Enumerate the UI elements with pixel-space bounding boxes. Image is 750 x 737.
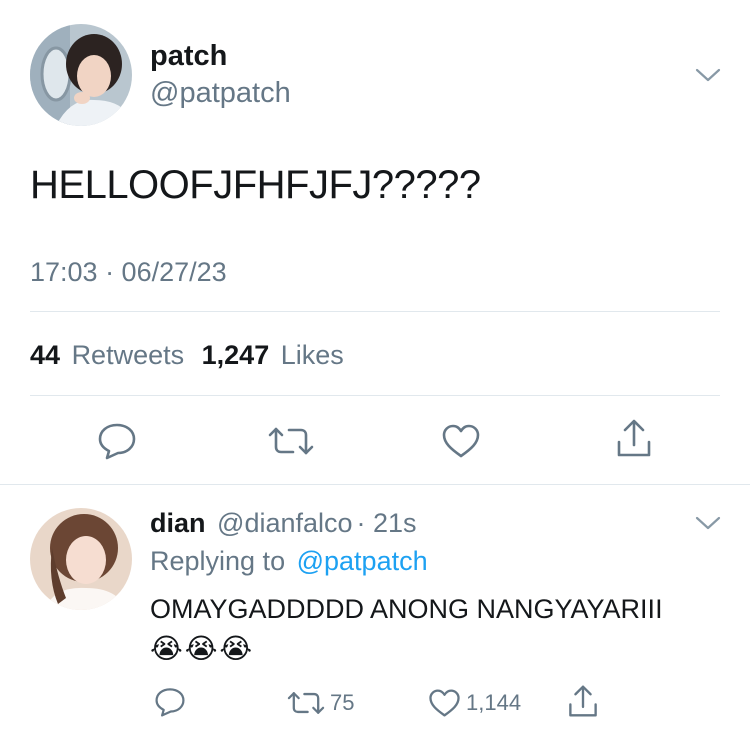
reply-author-name[interactable]: dian (150, 508, 206, 538)
reply-retweet-count[interactable]: 75 (330, 690, 354, 716)
tweet-stats: 44 Retweets 1,247 Likes (30, 340, 344, 371)
reply-author-handle[interactable]: @dianfalco (217, 508, 353, 538)
retweet-icon[interactable] (287, 690, 325, 716)
retweet-icon[interactable] (268, 425, 314, 457)
author-handle[interactable]: @patpatch (150, 77, 291, 110)
share-icon[interactable] (567, 684, 599, 718)
chevron-down-icon[interactable] (694, 66, 722, 84)
divider (30, 395, 720, 396)
tweet-separator (0, 484, 750, 485)
reply-emojis: 😭😭😭 (150, 633, 255, 664)
reply-icon[interactable] (154, 687, 186, 717)
reply-time[interactable]: · 21s (357, 508, 417, 538)
replying-to-handle[interactable]: @patpatch (297, 546, 428, 576)
retweets-label[interactable]: Retweets (72, 340, 185, 370)
share-icon[interactable] (615, 418, 653, 458)
reply-icon[interactable] (97, 422, 137, 460)
reply-like-count[interactable]: 1,144 (466, 690, 521, 716)
heart-icon[interactable] (441, 423, 481, 459)
divider (30, 311, 720, 312)
heart-icon[interactable] (428, 688, 461, 718)
likes-label[interactable]: Likes (281, 340, 344, 370)
author-avatar[interactable] (30, 24, 132, 126)
likes-count[interactable]: 1,247 (202, 340, 270, 370)
tweet-text: HELLOOFJFHFJFJ????? (30, 163, 481, 207)
retweets-count[interactable]: 44 (30, 340, 60, 370)
tweet-timestamp[interactable]: 17:03 · 06/27/23 (30, 257, 227, 288)
chevron-down-icon[interactable] (694, 514, 722, 532)
replying-to-label: Replying to (150, 546, 286, 576)
reply-avatar[interactable] (30, 508, 132, 610)
replying-to: Replying to @patpatch (150, 546, 428, 577)
author-name[interactable]: patch (150, 40, 227, 73)
reply-header: dian @dianfalco · 21s (150, 508, 417, 539)
reply-text: OMAYGADDDDD ANONG NANGYAYARIII (150, 594, 663, 624)
